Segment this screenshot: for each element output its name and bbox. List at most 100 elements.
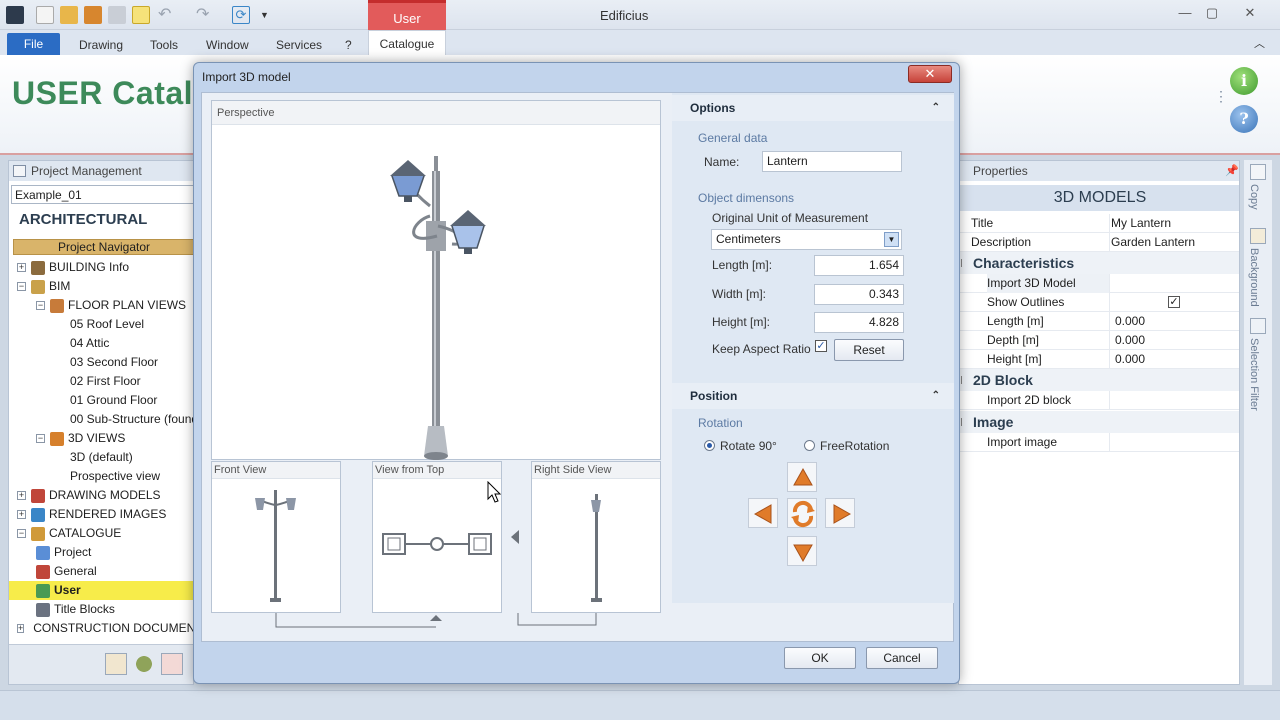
tree-item[interactable]: − FLOOR PLAN VIEWS bbox=[9, 296, 193, 315]
collapse-icon[interactable]: − bbox=[36, 434, 45, 443]
front-view[interactable]: Front View bbox=[211, 461, 341, 613]
tab-window[interactable]: Window bbox=[206, 38, 249, 52]
side-tab-background[interactable]: Background bbox=[1248, 248, 1260, 307]
collapse-ribbon-icon[interactable]: ︿ bbox=[1254, 35, 1265, 51]
tab-services[interactable]: Services bbox=[276, 38, 322, 52]
dialog-close-button[interactable]: ✕ bbox=[908, 65, 952, 83]
print-icon[interactable] bbox=[108, 6, 126, 24]
category-characteristics[interactable]: Characteristics bbox=[959, 252, 1239, 274]
tree-item[interactable]: + BUILDING Info bbox=[9, 258, 193, 277]
property-row-show-outlines[interactable]: Show Outlines ✓ bbox=[959, 293, 1239, 312]
property-row-description[interactable]: Description Garden Lantern bbox=[959, 233, 1239, 252]
more-options-icon[interactable]: ⋮ bbox=[1214, 89, 1228, 103]
side-tab-copy[interactable]: Copy bbox=[1248, 184, 1260, 210]
project-navigator-bar[interactable]: Project Navigator bbox=[13, 239, 193, 255]
height-input[interactable]: 4.828 bbox=[814, 312, 904, 333]
free-rotation-radio[interactable]: FreeRotation bbox=[804, 439, 889, 453]
property-row-height[interactable]: Height [m] 0.000 bbox=[959, 350, 1239, 369]
property-row-length[interactable]: Length [m] 0.000 bbox=[959, 312, 1239, 331]
expand-icon[interactable]: + bbox=[17, 510, 26, 519]
copy-icon[interactable] bbox=[1250, 164, 1266, 180]
redo-icon[interactable]: ↷ bbox=[196, 6, 214, 24]
tree-item[interactable]: 01 Ground Floor bbox=[9, 391, 193, 410]
expand-icon[interactable]: + bbox=[17, 263, 26, 272]
expand-icon[interactable]: + bbox=[17, 491, 26, 500]
selection-filter-icon[interactable] bbox=[1250, 318, 1266, 334]
position-header[interactable]: Position ⌃ bbox=[672, 383, 954, 409]
keep-aspect-ratio-checkbox[interactable]: ✓ bbox=[815, 340, 827, 352]
maximize-button[interactable]: ▢ bbox=[1200, 4, 1224, 22]
side-tab-selection-filter[interactable]: Selection Filter bbox=[1248, 338, 1260, 411]
tree-item[interactable]: 3D (default) bbox=[9, 448, 193, 467]
tab-file[interactable]: File bbox=[7, 33, 60, 55]
customize-toolbar-icon[interactable]: ▼ bbox=[260, 6, 278, 24]
project-select[interactable]: Example_01 bbox=[11, 185, 193, 204]
rotate-left-button[interactable] bbox=[748, 498, 778, 528]
property-row-import-3d[interactable]: Import 3D Model bbox=[959, 274, 1239, 293]
app-logo-icon[interactable] bbox=[6, 6, 24, 24]
tree-item[interactable]: − BIM bbox=[9, 277, 193, 296]
tree-item[interactable]: Title Blocks bbox=[9, 600, 193, 619]
tab-help[interactable]: ? bbox=[345, 38, 352, 52]
top-view[interactable]: View from Top bbox=[372, 461, 502, 613]
category-2d-block[interactable]: 2D Block bbox=[959, 369, 1239, 391]
tree-item[interactable]: Project bbox=[9, 543, 193, 562]
ok-button[interactable]: OK bbox=[784, 647, 856, 669]
tree-item[interactable]: 02 First Floor bbox=[9, 372, 193, 391]
tree-item[interactable]: 05 Roof Level bbox=[9, 315, 193, 334]
category-image[interactable]: Image bbox=[959, 411, 1239, 433]
perspective-view[interactable]: Perspective bbox=[211, 100, 661, 460]
info-icon[interactable]: i bbox=[1230, 67, 1258, 95]
tree-item[interactable]: − CATALOGUE bbox=[9, 524, 193, 543]
save-icon[interactable] bbox=[84, 6, 102, 24]
tree-item[interactable]: 03 Second Floor bbox=[9, 353, 193, 372]
tree-item[interactable]: + DRAWING MODELS bbox=[9, 486, 193, 505]
tab-catalogue[interactable]: Catalogue bbox=[368, 30, 446, 55]
tree-item[interactable]: General bbox=[9, 562, 193, 581]
property-row-depth[interactable]: Depth [m] 0.000 bbox=[959, 331, 1239, 350]
collapse-icon[interactable]: − bbox=[36, 301, 45, 310]
width-input[interactable]: 0.343 bbox=[814, 284, 904, 305]
open-folder-icon[interactable] bbox=[60, 6, 78, 24]
collapse-icon[interactable]: − bbox=[17, 282, 26, 291]
rotate-down-button[interactable] bbox=[787, 536, 817, 566]
select-pointer-icon[interactable] bbox=[132, 6, 150, 24]
property-row-title[interactable]: Title My Lantern bbox=[959, 214, 1239, 233]
help-icon[interactable]: ? bbox=[1230, 105, 1258, 133]
tab-tools[interactable]: Tools bbox=[150, 38, 178, 52]
cancel-button[interactable]: Cancel bbox=[866, 647, 938, 669]
tab-drawing[interactable]: Drawing bbox=[79, 38, 123, 52]
show-outlines-checkbox[interactable]: ✓ bbox=[1168, 296, 1180, 308]
close-window-button[interactable]: ✕ bbox=[1238, 4, 1262, 22]
tree-item[interactable]: + CONSTRUCTION DOCUMENTS bbox=[9, 619, 193, 638]
property-row-import-2d[interactable]: Import 2D block bbox=[959, 391, 1239, 410]
new-file-icon[interactable] bbox=[36, 6, 54, 24]
tree-item[interactable]: − 3D VIEWS bbox=[9, 429, 193, 448]
right-side-view[interactable]: Right Side View bbox=[531, 461, 661, 613]
collapse-icon[interactable]: − bbox=[17, 529, 26, 538]
tree-item[interactable]: Prospective view bbox=[9, 467, 193, 486]
pin-icon[interactable]: 📌 bbox=[1225, 161, 1239, 181]
undo-icon[interactable]: ↶ bbox=[158, 6, 176, 24]
export-icon[interactable] bbox=[161, 653, 183, 675]
options-header[interactable]: Options ⌃ bbox=[672, 95, 954, 121]
tree-item[interactable]: 00 Sub-Structure (founda bbox=[9, 410, 193, 429]
refresh-icon[interactable]: ⟳ bbox=[232, 6, 250, 24]
expand-icon[interactable]: + bbox=[17, 624, 25, 633]
unit-of-measurement-select[interactable]: Centimeters ▼ bbox=[711, 229, 902, 250]
minimize-button[interactable]: — bbox=[1173, 4, 1197, 22]
tree-item[interactable]: User bbox=[9, 581, 193, 600]
plant-icon[interactable] bbox=[133, 653, 155, 675]
name-input[interactable]: Lantern bbox=[762, 151, 902, 172]
length-input[interactable]: 1.654 bbox=[814, 255, 904, 276]
catalogue-manager-icon[interactable] bbox=[105, 653, 127, 675]
reset-button[interactable]: Reset bbox=[834, 339, 904, 361]
tree-item[interactable]: 04 Attic bbox=[9, 334, 193, 353]
rotate-center-button[interactable] bbox=[787, 498, 817, 528]
background-icon[interactable] bbox=[1250, 228, 1266, 244]
rotate-90-radio[interactable]: Rotate 90° bbox=[704, 439, 777, 453]
tree-item[interactable]: + RENDERED IMAGES bbox=[9, 505, 193, 524]
rotate-up-button[interactable] bbox=[787, 462, 817, 492]
rotate-right-button[interactable] bbox=[825, 498, 855, 528]
dropdown-arrow-icon[interactable]: ▼ bbox=[884, 232, 899, 247]
